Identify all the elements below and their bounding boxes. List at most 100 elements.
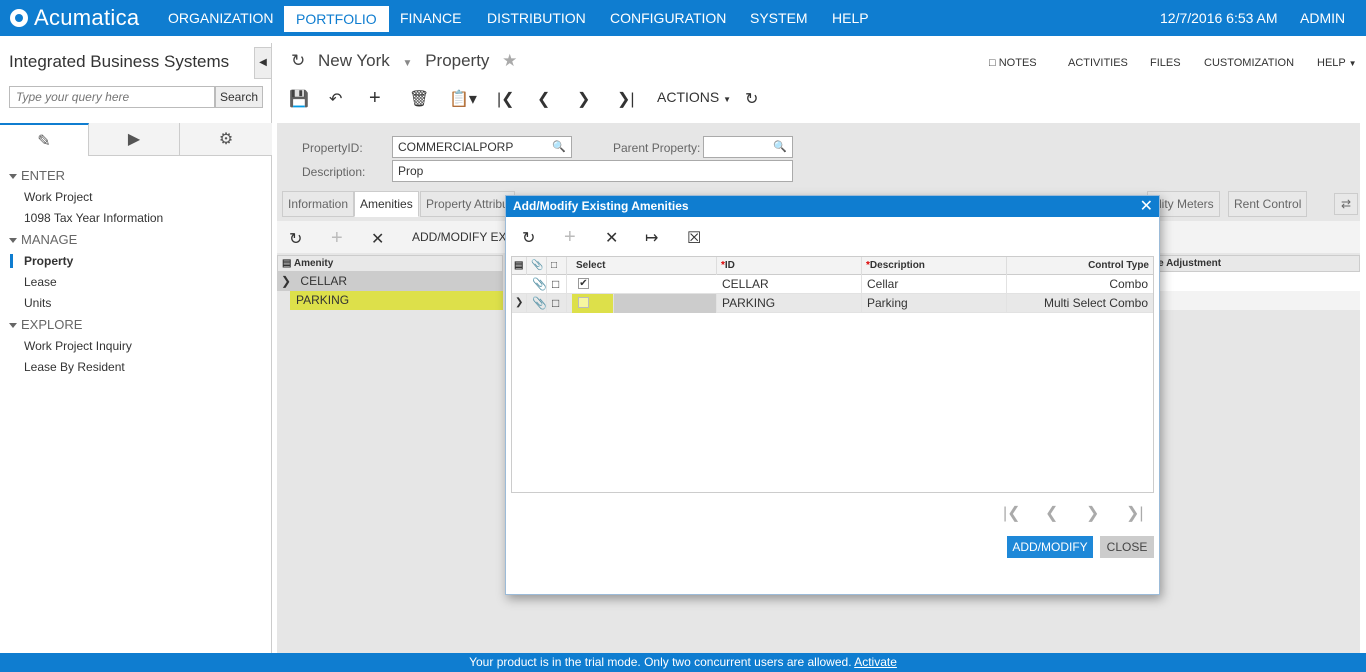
- parent-property-field[interactable]: 🔍: [703, 136, 793, 158]
- description-field[interactable]: Prop: [392, 160, 793, 182]
- last-page-icon[interactable]: ❯|: [1126, 503, 1144, 523]
- run-tab[interactable]: ▶: [89, 123, 180, 156]
- grid-settings-icon[interactable]: ▤: [512, 257, 527, 275]
- first-page-icon[interactable]: |❮: [1003, 503, 1021, 523]
- value-adjustment-cell[interactable]: e: [1147, 291, 1360, 310]
- control-type-cell[interactable]: Multi Select Combo: [1007, 294, 1153, 313]
- table-row[interactable]: ❯ 📎 □ PARKING Parking Multi Select Combo: [512, 294, 1153, 313]
- id-column-header[interactable]: *ID: [717, 257, 862, 275]
- sidebar-item-units[interactable]: Units: [24, 296, 51, 310]
- property-id-field[interactable]: COMMERCIALPORP 🔍: [392, 136, 572, 158]
- customization-link[interactable]: CUSTOMIZATION: [1204, 57, 1294, 69]
- table-row[interactable]: 📎 □ ✔ CELLAR Cellar Combo: [512, 275, 1153, 294]
- tab-amenities[interactable]: Amenities: [354, 191, 419, 217]
- save-icon[interactable]: 💾: [289, 89, 309, 109]
- description-column-header[interactable]: *Description: [862, 257, 1007, 275]
- add-modify-button[interactable]: ADD/MODIFY: [1007, 536, 1093, 558]
- collapse-panel-button[interactable]: ◀: [254, 47, 272, 79]
- next-record-icon[interactable]: ❯: [577, 89, 590, 109]
- value-adjustment-header[interactable]: ue Adjustment: [1147, 255, 1360, 272]
- table-row[interactable]: ❯ CELLAR: [277, 272, 503, 291]
- next-page-icon[interactable]: ❯: [1086, 503, 1099, 523]
- edit-tab[interactable]: ✎: [0, 123, 89, 156]
- add-icon[interactable]: +: [369, 87, 381, 110]
- nav-help[interactable]: HELP: [820, 0, 881, 36]
- previous-record-icon[interactable]: ❮: [537, 89, 550, 109]
- fit-columns-button[interactable]: ⇄: [1334, 193, 1358, 215]
- close-icon[interactable]: ✕: [1140, 196, 1153, 217]
- notes-link[interactable]: □ NOTES: [989, 57, 1037, 69]
- grid-settings-icon[interactable]: ▤: [282, 258, 291, 269]
- control-type-column-header[interactable]: Control Type: [1007, 257, 1153, 275]
- sidebar-item-lease[interactable]: Lease: [24, 275, 57, 289]
- fit-width-icon[interactable]: ↦: [645, 228, 658, 248]
- amenity-column-header[interactable]: Amenity: [294, 258, 333, 269]
- value-adjustment-cell[interactable]: e: [1147, 272, 1360, 291]
- first-record-icon[interactable]: |❮: [497, 89, 515, 109]
- previous-page-icon[interactable]: ❮: [1045, 503, 1058, 523]
- sidebar-item-1098-tax[interactable]: 1098 Tax Year Information: [24, 211, 163, 225]
- nav-finance[interactable]: FINANCE: [388, 0, 473, 36]
- nav-portfolio[interactable]: PORTFOLIO: [284, 6, 389, 32]
- id-cell[interactable]: PARKING: [717, 294, 862, 313]
- id-cell[interactable]: CELLAR: [717, 275, 862, 294]
- description-cell[interactable]: Parking: [862, 294, 1007, 313]
- user-menu[interactable]: ADMIN: [1300, 0, 1345, 36]
- settings-tab[interactable]: ⚙: [180, 123, 272, 156]
- actions-menu[interactable]: ACTIONS ▼: [657, 89, 731, 105]
- acumatica-logo[interactable]: Acumatica: [10, 5, 139, 31]
- amenity-cell[interactable]: PARKING: [296, 293, 349, 307]
- sidebar-item-work-project[interactable]: Work Project: [24, 190, 92, 204]
- add-modify-existing-button[interactable]: ADD/MODIFY EX: [412, 230, 506, 244]
- add-row-icon[interactable]: +: [331, 227, 343, 250]
- section-enter[interactable]: ENTER: [9, 168, 65, 183]
- nav-organization[interactable]: ORGANIZATION: [156, 0, 286, 36]
- play-icon: ▶: [127, 131, 141, 148]
- refresh-icon[interactable]: ↻: [745, 89, 758, 109]
- section-manage[interactable]: MANAGE: [9, 232, 77, 247]
- star-icon[interactable]: ★: [502, 51, 517, 70]
- last-record-icon[interactable]: ❯|: [617, 89, 635, 109]
- delete-row-icon[interactable]: ✕: [605, 228, 618, 248]
- delete-row-icon[interactable]: ✕: [371, 229, 384, 249]
- nav-system[interactable]: SYSTEM: [738, 0, 820, 36]
- undo-icon[interactable]: ↶: [329, 89, 342, 109]
- select-checkbox[interactable]: [578, 297, 589, 308]
- refresh-icon[interactable]: ↻: [522, 228, 535, 248]
- refresh-icon[interactable]: ↻: [291, 51, 305, 70]
- sidebar-item-property[interactable]: Property: [24, 254, 73, 268]
- files-link[interactable]: FILES: [1150, 57, 1181, 69]
- left-panel-tabs: ✎ ▶ ⚙: [0, 123, 272, 156]
- select-cell-remainder: [614, 294, 717, 313]
- close-button[interactable]: CLOSE: [1100, 536, 1154, 558]
- select-column-header[interactable]: Select: [572, 257, 717, 275]
- breadcrumb-location[interactable]: New York: [318, 51, 390, 70]
- tab-information[interactable]: Information: [282, 191, 355, 217]
- refresh-icon[interactable]: ↻: [289, 229, 302, 249]
- nav-configuration[interactable]: CONFIGURATION: [598, 0, 738, 36]
- help-link[interactable]: HELP ▼: [1317, 57, 1357, 69]
- delete-icon[interactable]: 🗑: [409, 89, 429, 109]
- search-input[interactable]: [9, 86, 215, 108]
- tab-property-attributes[interactable]: Property Attribu: [420, 191, 515, 217]
- table-row[interactable]: PARKING: [290, 291, 503, 310]
- select-checkbox[interactable]: ✔: [578, 278, 589, 289]
- activities-link[interactable]: ACTIVITIES: [1068, 57, 1128, 69]
- lookup-icon[interactable]: 🔍: [552, 140, 566, 153]
- search-button[interactable]: Search: [215, 86, 263, 108]
- export-excel-icon[interactable]: ☒: [687, 228, 701, 248]
- activate-link[interactable]: Activate: [854, 655, 897, 669]
- clipboard-icon[interactable]: 📋▾: [449, 89, 477, 109]
- sidebar-item-work-project-inquiry[interactable]: Work Project Inquiry: [24, 339, 132, 353]
- section-explore[interactable]: EXPLORE: [9, 317, 82, 332]
- top-nav-bar: Acumatica ORGANIZATION PORTFOLIO FINANCE…: [0, 0, 1366, 36]
- description-cell[interactable]: Cellar: [862, 275, 1007, 294]
- lookup-icon[interactable]: 🔍: [773, 140, 787, 153]
- amenity-cell[interactable]: CELLAR: [300, 274, 347, 288]
- sidebar-item-lease-by-resident[interactable]: Lease By Resident: [24, 360, 125, 374]
- nav-distribution[interactable]: DISTRIBUTION: [475, 0, 598, 36]
- chevron-down-icon[interactable]: ▼: [403, 58, 413, 69]
- control-type-cell[interactable]: Combo: [1007, 275, 1153, 294]
- tab-rent-control[interactable]: Rent Control: [1228, 191, 1308, 217]
- add-row-icon[interactable]: +: [564, 226, 576, 249]
